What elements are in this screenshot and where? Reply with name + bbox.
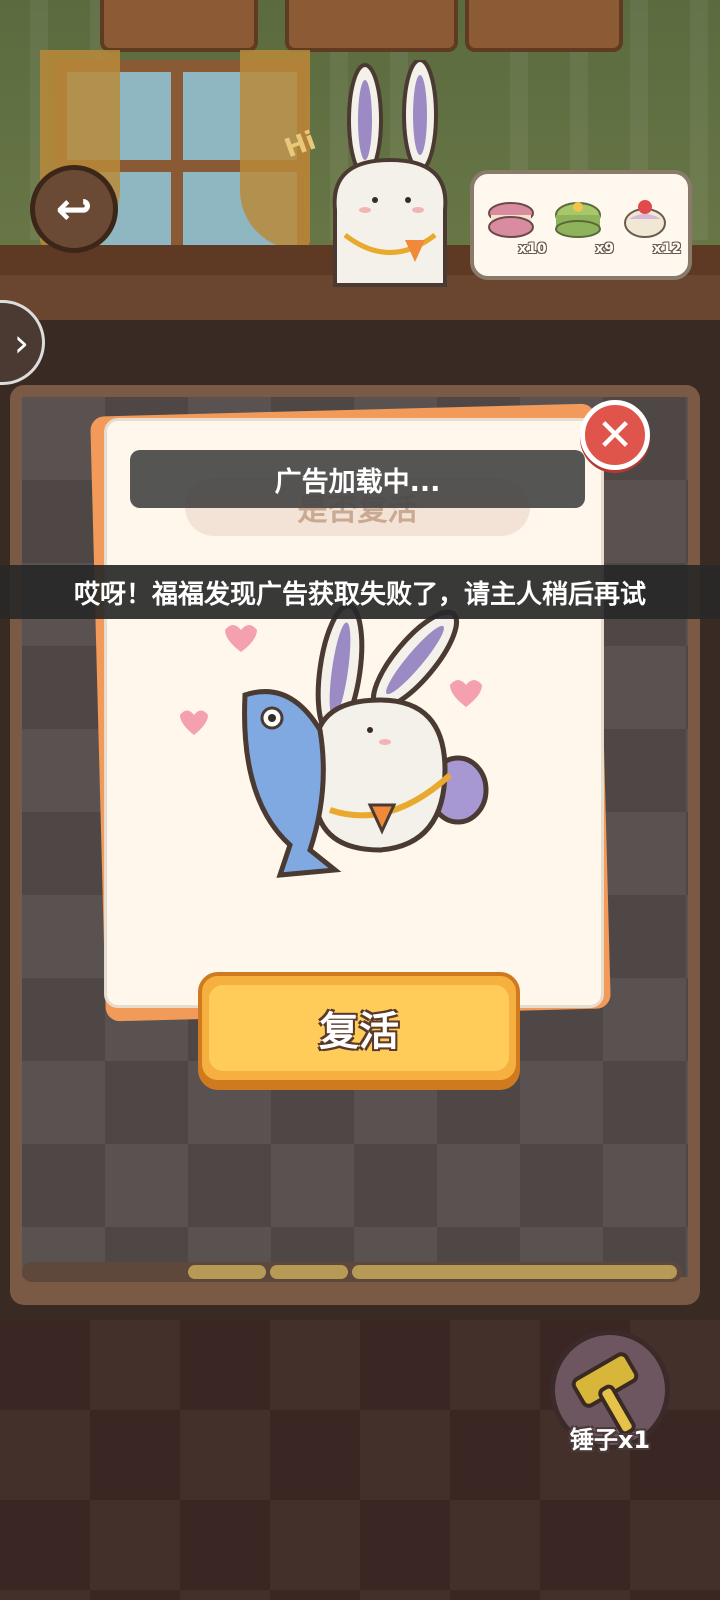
- item-count: x10: [518, 241, 547, 257]
- item-count: x12: [652, 241, 682, 257]
- strawberry-cake-icon: [624, 200, 667, 238]
- item-macaron: x10: [485, 193, 547, 257]
- rabbit-with-fish-illustration: [180, 603, 489, 878]
- macaron-icon: [487, 202, 534, 238]
- window-blind: [100, 0, 258, 52]
- window-blind: [285, 0, 458, 52]
- revive-button[interactable]: 复活: [198, 972, 520, 1084]
- close-icon: ✕: [596, 409, 634, 461]
- matcha-cake-icon: [554, 202, 601, 238]
- rabbit-character-icon: [332, 60, 448, 287]
- item-matcha-cake: x9: [552, 193, 614, 257]
- hammer-label: 锤子x1: [569, 1426, 651, 1454]
- revive-button-label: 复活: [209, 985, 509, 1071]
- back-button[interactable]: ↩: [30, 165, 118, 253]
- window-blind: [465, 0, 623, 52]
- undo-arrow-icon: ↩: [55, 183, 93, 235]
- close-button[interactable]: ✕: [580, 400, 650, 470]
- loading-toast: 广告加载中...: [130, 450, 585, 508]
- chevron-right-icon: ›: [13, 320, 30, 365]
- items-panel: x10 x9 x12: [470, 170, 692, 280]
- item-strawberry-cake: x12: [619, 193, 681, 257]
- error-toast: 哎呀！福福发现广告获取失败了，请主人稍后再试: [0, 565, 720, 619]
- item-count: x9: [595, 241, 614, 257]
- level-progress-bar: [22, 1262, 682, 1282]
